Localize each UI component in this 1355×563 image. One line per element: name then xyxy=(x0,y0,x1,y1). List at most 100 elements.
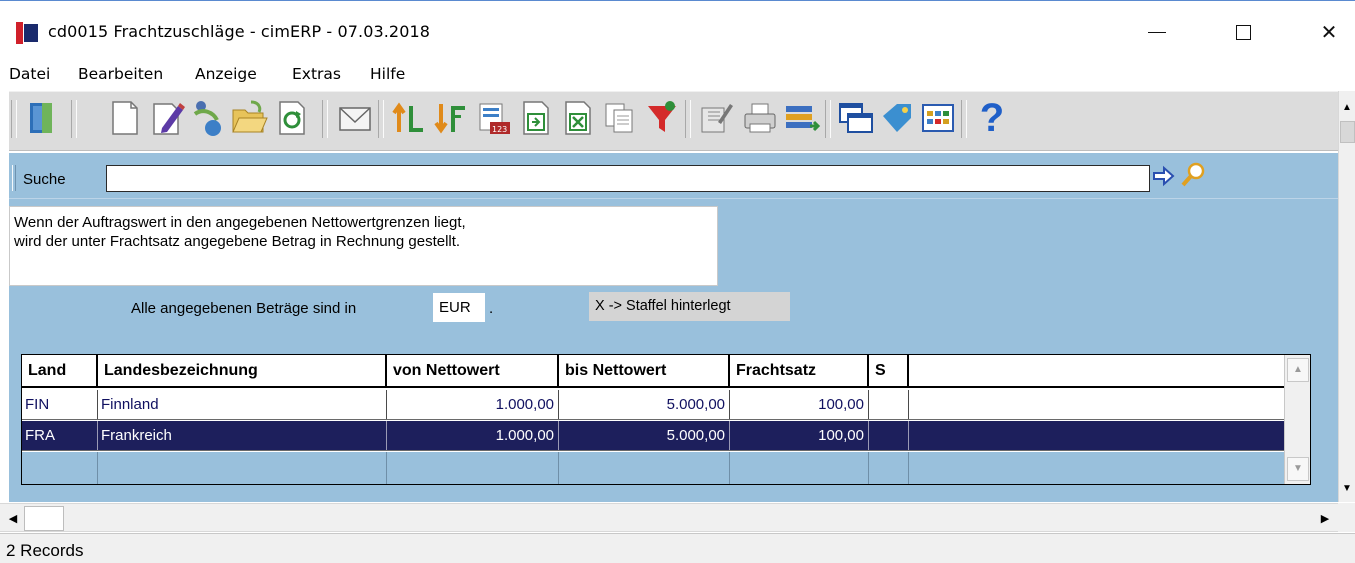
toolbar-separator xyxy=(322,100,328,138)
sort-descending-icon[interactable] xyxy=(431,98,471,138)
main-panel: Suche Wenn der Auftragswert in den angeg… xyxy=(9,153,1338,502)
sort-ascending-icon[interactable] xyxy=(389,98,429,138)
scroll-down-arrow-icon[interactable]: ▼ xyxy=(1287,457,1309,481)
scroll-right-arrow-icon[interactable]: ▶ xyxy=(1316,510,1334,528)
menu-anzeige[interactable]: Anzeige xyxy=(195,65,257,83)
cell-landesbezeichnung[interactable]: Frankreich xyxy=(98,421,387,450)
cell-land[interactable]: FIN xyxy=(22,390,98,419)
currency-label: Alle angegebenen Beträge sind in xyxy=(131,300,357,317)
table-row-selected[interactable]: FRA Frankreich 1.000,00 5.000,00 100,00 xyxy=(22,421,1284,451)
toolbar-separator xyxy=(961,100,967,138)
menu-extras[interactable]: Extras xyxy=(292,65,341,83)
exit-door-icon[interactable] xyxy=(21,98,61,138)
svg-text:123: 123 xyxy=(492,125,507,134)
cell-land[interactable]: FRA xyxy=(22,421,98,450)
column-header-landesbezeichnung[interactable]: Landesbezeichnung xyxy=(98,355,387,386)
arrow-right-icon[interactable] xyxy=(1151,163,1177,189)
toolbar-separator xyxy=(825,100,831,138)
edit-pencil-icon[interactable] xyxy=(148,98,188,138)
minimize-button[interactable] xyxy=(1134,16,1180,50)
close-button[interactable]: ✕ xyxy=(1306,16,1352,50)
magnifier-icon[interactable] xyxy=(1179,161,1207,189)
search-label: Suche xyxy=(23,171,66,188)
window-vertical-scrollbar[interactable]: ▲ ▼ xyxy=(1338,91,1355,502)
currency-suffix: . xyxy=(489,300,494,317)
calculator-icon[interactable]: 123 xyxy=(474,98,514,138)
properties-icon[interactable] xyxy=(696,98,736,138)
import-icon[interactable] xyxy=(516,98,556,138)
table-vertical-scrollbar[interactable]: ▲ ▼ xyxy=(1284,355,1310,484)
record-count: 2 Records xyxy=(6,541,84,560)
cell-bis-nettowert[interactable] xyxy=(559,452,730,484)
cell-filler xyxy=(909,390,1284,419)
cell-von-nettowert[interactable]: 1.000,00 xyxy=(387,421,559,450)
toolbar-separator xyxy=(685,100,691,138)
search-bar: Suche xyxy=(9,155,1338,199)
toolbar-separator xyxy=(378,100,384,138)
scroll-left-arrow-icon[interactable]: ◀ xyxy=(4,510,22,528)
toolbar: 123 ? xyxy=(9,91,1338,151)
cell-von-nettowert[interactable]: 1.000,00 xyxy=(387,390,559,419)
refresh-icon[interactable] xyxy=(272,98,312,138)
menu-bar: Datei Bearbeiten Anzeige Extras Hilfe xyxy=(0,62,1355,88)
open-folder-icon[interactable] xyxy=(229,98,269,138)
windows-icon[interactable] xyxy=(836,98,876,138)
cell-frachtsatz[interactable]: 100,00 xyxy=(730,390,869,419)
title-bar: cd0015 Frachtzuschläge - cimERP - 07.03.… xyxy=(0,0,1355,62)
horizontal-scrollbar[interactable]: ◀ ▶ xyxy=(0,503,1338,532)
toolbar-separator xyxy=(71,100,77,138)
window-title: cd0015 Frachtzuschläge - cimERP - 07.03.… xyxy=(48,22,431,41)
cell-filler xyxy=(909,421,1284,450)
scroll-down-arrow-icon[interactable]: ▼ xyxy=(1339,479,1355,499)
copy-record-icon[interactable] xyxy=(187,98,227,138)
close-icon: ✕ xyxy=(1320,22,1338,44)
cell-frachtsatz-editing[interactable]: 100,00 xyxy=(730,421,869,450)
layout-icon[interactable] xyxy=(782,98,822,138)
mail-icon[interactable] xyxy=(335,98,375,138)
duplicate-icon[interactable] xyxy=(600,98,640,138)
column-header-land[interactable]: Land xyxy=(22,355,98,386)
cell-land[interactable] xyxy=(22,452,98,484)
cell-landesbezeichnung[interactable] xyxy=(98,452,387,484)
table-header: Land Landesbezeichnung von Nettowert bis… xyxy=(22,355,1284,388)
column-header-s[interactable]: S xyxy=(869,355,909,386)
grip-handle xyxy=(12,165,16,191)
menu-bearbeiten[interactable]: Bearbeiten xyxy=(78,65,163,83)
menu-hilfe[interactable]: Hilfe xyxy=(370,65,405,83)
new-document-icon[interactable] xyxy=(105,98,145,138)
cell-von-nettowert[interactable] xyxy=(387,452,559,484)
cell-landesbezeichnung[interactable]: Finnland xyxy=(98,390,387,419)
scroll-up-arrow-icon[interactable]: ▲ xyxy=(1287,358,1309,382)
info-text-box: Wenn der Auftragswert in den angegebenen… xyxy=(9,206,718,286)
staffel-legend: X -> Staffel hinterlegt xyxy=(589,292,790,321)
column-header-bis-nettowert[interactable]: bis Nettowert xyxy=(559,355,730,386)
filter-funnel-icon[interactable] xyxy=(642,98,682,138)
print-icon[interactable] xyxy=(740,98,780,138)
search-input[interactable] xyxy=(106,165,1150,192)
status-bar: 2 Records xyxy=(0,533,1355,563)
cell-frachtsatz[interactable] xyxy=(730,452,869,484)
table-row[interactable]: FIN Finnland 1.000,00 5.000,00 100,00 xyxy=(22,390,1284,420)
maximize-button[interactable] xyxy=(1220,16,1266,50)
menu-datei[interactable]: Datei xyxy=(9,65,50,83)
cell-s[interactable] xyxy=(869,421,909,450)
currency-field[interactable]: EUR xyxy=(433,293,485,322)
scroll-up-arrow-icon[interactable]: ▲ xyxy=(1339,97,1355,119)
column-header-filler xyxy=(909,355,1284,386)
cell-bis-nettowert[interactable]: 5.000,00 xyxy=(559,421,730,450)
help-icon[interactable]: ? xyxy=(972,98,1012,138)
table-row-new[interactable] xyxy=(22,452,1284,484)
maximize-icon xyxy=(1235,25,1251,40)
cell-s[interactable] xyxy=(869,390,909,419)
info-line: wird der unter Frachtsatz angegebene Bet… xyxy=(14,233,461,250)
column-header-von-nettowert[interactable]: von Nettowert xyxy=(387,355,559,386)
info-line: Wenn der Auftragswert in den angegebenen… xyxy=(14,214,466,231)
column-header-frachtsatz[interactable]: Frachtsatz xyxy=(730,355,869,386)
scroll-thumb[interactable] xyxy=(24,506,64,531)
scroll-thumb[interactable] xyxy=(1340,121,1355,143)
calendar-grid-icon[interactable] xyxy=(918,98,958,138)
excel-export-icon[interactable] xyxy=(558,98,598,138)
cell-bis-nettowert[interactable]: 5.000,00 xyxy=(559,390,730,419)
tag-icon[interactable] xyxy=(877,98,917,138)
cell-s[interactable] xyxy=(869,452,909,484)
